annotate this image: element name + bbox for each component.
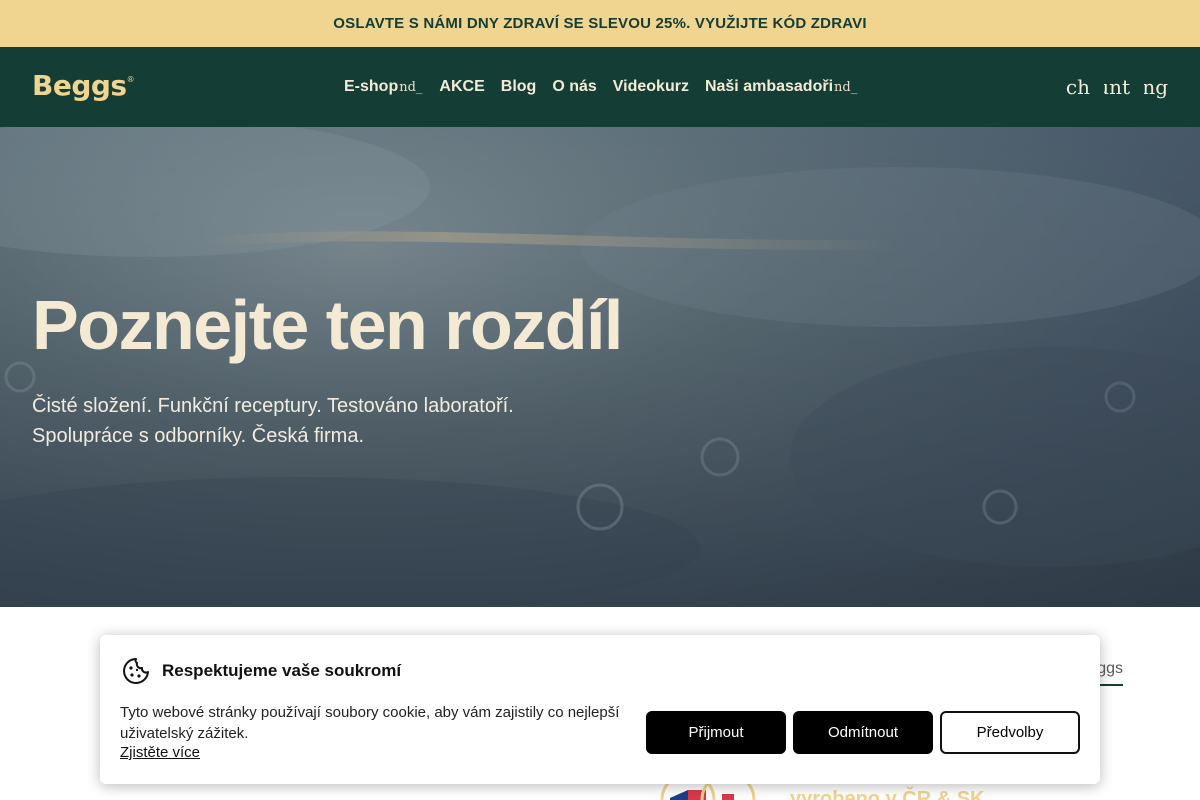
nav-item-label: Videokurz bbox=[612, 78, 689, 95]
accept-button[interactable]: Přijmout bbox=[646, 711, 786, 754]
reject-button[interactable]: Odmítnout bbox=[793, 711, 933, 754]
nav-item-videokurz[interactable]: Videokurz bbox=[613, 78, 689, 96]
nav-item-akce[interactable]: AKCE bbox=[439, 78, 484, 96]
nav-item-o-nas[interactable]: O nás bbox=[552, 78, 596, 96]
nav-item-eshop[interactable]: E-shop nd_ bbox=[344, 78, 423, 96]
preferences-button[interactable]: Předvolby bbox=[940, 711, 1080, 754]
account-icon[interactable]: account_ bbox=[1104, 75, 1130, 99]
promo-banner[interactable]: OSLAVTE S NÁMI DNY ZDRAVÍ SE SLEVOU 25%.… bbox=[0, 0, 1200, 47]
cookie-title: Respektujeme vaše soukromí bbox=[162, 661, 402, 680]
hero-background-image bbox=[0, 127, 1200, 607]
hero-subtitle-line2: Spolupráce s odborníky. Česká firma. bbox=[32, 425, 365, 447]
hero-section: Poznejte ten rozdíl Čisté složení. Funkč… bbox=[0, 127, 1200, 607]
search-icon[interactable]: search bbox=[1066, 75, 1090, 99]
cart-icon[interactable]: shopping bbox=[1144, 75, 1168, 99]
logo-text: Beggs bbox=[32, 69, 127, 102]
main-navigation: E-shop nd_ AKCE Blog O nás Videokurz Naši… bbox=[344, 77, 874, 97]
nav-item-ambasadori[interactable]: Naši ambasadoři nd_ bbox=[705, 78, 858, 96]
hero-subtitle-line1: Čisté složení. Funkční receptury. Testov… bbox=[32, 395, 514, 417]
cookie-consent-dialog: Respektujeme vaše soukromí Tyto webové s… bbox=[100, 635, 1100, 784]
hero-title: Poznejte ten rozdíl bbox=[32, 286, 623, 364]
nav-item-label: O nás bbox=[552, 78, 597, 95]
header-actions: search account_ shopping bbox=[1052, 75, 1168, 99]
promo-text: OSLAVTE S NÁMI DNY ZDRAVÍ SE SLEVOU 25%.… bbox=[333, 15, 867, 32]
nav-item-label: Blog bbox=[500, 78, 537, 95]
nav-item-label: E-shop bbox=[344, 78, 399, 95]
cookie-icon bbox=[123, 658, 149, 684]
nav-item-label: Naši ambasadoři bbox=[704, 78, 834, 95]
expand-icon: nd_ bbox=[399, 79, 423, 95]
learn-more-link[interactable]: Zjistěte více bbox=[120, 744, 200, 761]
made-in-text: vyrobeno v ČR & SK bbox=[790, 788, 985, 800]
cookie-description: Tyto webové stránky používají soubory co… bbox=[120, 704, 620, 742]
nav-item-blog[interactable]: Blog bbox=[501, 78, 537, 96]
expand-icon: nd_ bbox=[834, 79, 858, 95]
nav-item-label: AKCE bbox=[439, 78, 485, 95]
logo-registered-mark: ® bbox=[126, 75, 135, 84]
brand-logo[interactable]: Beggs® bbox=[32, 69, 135, 102]
main-header: Beggs® E-shop nd_ AKCE Blog O nás Videoku… bbox=[0, 47, 1200, 127]
